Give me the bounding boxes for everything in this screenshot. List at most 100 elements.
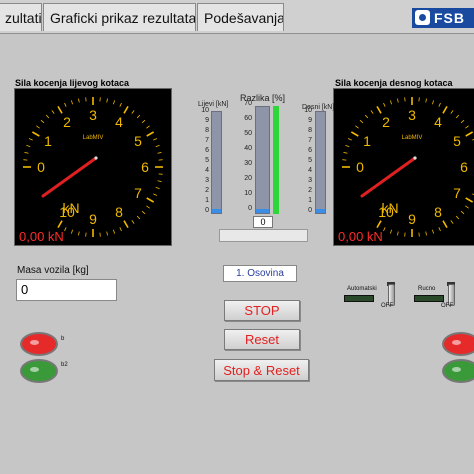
- logo-text: FSB: [434, 10, 465, 26]
- right-gauge-scale-label: 4: [434, 114, 442, 130]
- left-gauge-scale-label: 3: [89, 107, 97, 123]
- right-gauge-tick: [465, 197, 474, 203]
- right-gauge-title: Sila kocenja desnog kotaca: [335, 78, 453, 88]
- right-bar-fill: [316, 208, 325, 213]
- fsb-logo: FSB: [412, 8, 474, 28]
- left-gauge-scale-label: 1: [44, 133, 52, 149]
- right-gauge-tick: [347, 138, 352, 141]
- right-gauge-scale-label: 3: [408, 107, 416, 123]
- left-gauge-tick: [136, 114, 141, 119]
- manual-lamp: [414, 295, 444, 302]
- diff-bar-tick-label: 0: [248, 205, 252, 212]
- right-gauge-scale-label: 2: [382, 114, 390, 130]
- right-gauge-tick: [389, 100, 392, 105]
- left-gauge-tick: [57, 220, 63, 229]
- left-gauge-tick: [106, 231, 108, 236]
- left-gauge-tick: [113, 229, 116, 234]
- right-gauge-scale-label: 8: [434, 204, 442, 220]
- stop-reset-button[interactable]: Stop & Reset: [214, 359, 309, 381]
- left-gauge-tick: [141, 119, 146, 124]
- right-bar-tick-label: 10: [304, 107, 312, 114]
- right-gauge: 0 1 2 3 4 5 6 7 8 9 10 LabMIV kN 0,00 kN: [333, 88, 474, 246]
- right-bar-tick-label: 1: [308, 197, 312, 204]
- diff-bar-tick-label: 70: [244, 100, 252, 107]
- led-b-red[interactable]: [20, 332, 58, 356]
- right-gauge-tick: [364, 114, 369, 119]
- auto-switch-off: OFF: [381, 303, 393, 309]
- left-gauge-tick: [45, 114, 50, 119]
- left-bar-tick-label: 1: [205, 197, 209, 204]
- diff-bar-tick-label: 30: [244, 160, 252, 167]
- left-gauge-tick: [78, 231, 80, 236]
- left-gauge-brand: LabMIV: [83, 135, 104, 141]
- left-gauge-tick: [119, 227, 122, 232]
- right-gauge-scale-label: 9: [408, 211, 416, 227]
- left-gauge-scale-label: 8: [115, 204, 123, 220]
- left-gauge: 0 1 2 3 4 5 6 7 8 9 10 LabMIV kN 0,00 kN: [14, 88, 172, 246]
- left-gauge-readout: 0,00 kN: [19, 229, 64, 244]
- left-gauge-tick: [153, 193, 158, 196]
- left-gauge-tick: [123, 105, 129, 114]
- mass-label: Masa vozila [kg]: [17, 265, 89, 276]
- mass-input[interactable]: 0: [16, 279, 117, 301]
- left-gauge-tick: [119, 102, 122, 107]
- stop-button[interactable]: STOP: [224, 300, 300, 321]
- left-bar-tick-label: 10: [201, 107, 209, 114]
- right-gauge-tick: [450, 220, 454, 224]
- led-b2-green[interactable]: [20, 359, 58, 383]
- right-gauge-tick: [442, 220, 448, 229]
- left-gauge-scale-label: 2: [63, 114, 71, 130]
- left-gauge-tick: [51, 110, 55, 114]
- right-gauge-scale-label: 7: [453, 185, 461, 201]
- left-gauge-tick: [64, 227, 67, 232]
- left-gauge-tick: [123, 220, 129, 229]
- diff-status-field: [219, 229, 308, 242]
- led-right-green[interactable]: [442, 359, 474, 383]
- diff-bar-tick-label: 10: [244, 190, 252, 197]
- tab-rezultati[interactable]: zultati: [0, 3, 42, 31]
- led-right-red[interactable]: [442, 332, 474, 356]
- tab-podesavanja[interactable]: Podešavanja: [197, 3, 284, 31]
- right-gauge-tick: [455, 215, 460, 220]
- right-bar-tick-label: 5: [308, 157, 312, 164]
- left-gauge-tick: [136, 215, 141, 220]
- left-bar-tick-label: 7: [205, 137, 209, 144]
- left-bar-tick-label: 9: [205, 117, 209, 124]
- right-gauge-tick: [376, 220, 382, 229]
- tab-graficki-prikaz[interactable]: Graficki prikaz rezultata: [43, 3, 196, 31]
- reset-button[interactable]: Reset: [224, 329, 300, 350]
- right-gauge-readout: 0,00 kN: [338, 229, 383, 244]
- right-gauge-scale-label: 6: [460, 159, 468, 175]
- right-gauge-tick: [359, 119, 364, 124]
- right-gauge-tick: [438, 227, 441, 232]
- left-bar-fill: [212, 208, 221, 213]
- left-gauge-tick: [36, 125, 40, 129]
- left-bar-tick-label: 3: [205, 177, 209, 184]
- right-gauge-needle-hub: [413, 156, 417, 160]
- left-gauge-tick: [131, 110, 135, 114]
- right-gauge-tick: [425, 231, 427, 236]
- right-gauge-tick: [465, 125, 469, 129]
- left-gauge-scale-label: 6: [141, 159, 149, 175]
- right-bar-tick-label: 8: [308, 127, 312, 134]
- diff-bar-tick-label: 20: [244, 175, 252, 182]
- left-bar-tick-label: 5: [205, 157, 209, 164]
- left-gauge-unit: kN: [62, 200, 79, 216]
- auto-switch-label: Automatski: [347, 286, 377, 292]
- left-gauge-tick: [155, 144, 160, 147]
- diff-bar-track: [255, 106, 270, 214]
- right-gauge-tick: [345, 144, 350, 147]
- left-gauge-tick: [70, 100, 73, 105]
- left-gauge-tick: [31, 131, 40, 137]
- left-bar-tick-label: 0: [205, 207, 209, 214]
- right-bar-scale: 10 9 8 7 6 5 4 3 2 1 0: [298, 107, 312, 215]
- left-gauge-tick: [106, 98, 108, 103]
- right-gauge-tick: [425, 98, 427, 103]
- left-gauge-tick: [153, 138, 158, 141]
- left-gauge-tick: [28, 138, 33, 141]
- right-bar-tick-label: 7: [308, 137, 312, 144]
- right-gauge-tick: [350, 131, 359, 137]
- left-gauge-tick: [40, 119, 45, 124]
- tab-bar: zultati Graficki prikaz rezultata Podeša…: [0, 0, 474, 34]
- left-bar-tick-label: 6: [205, 147, 209, 154]
